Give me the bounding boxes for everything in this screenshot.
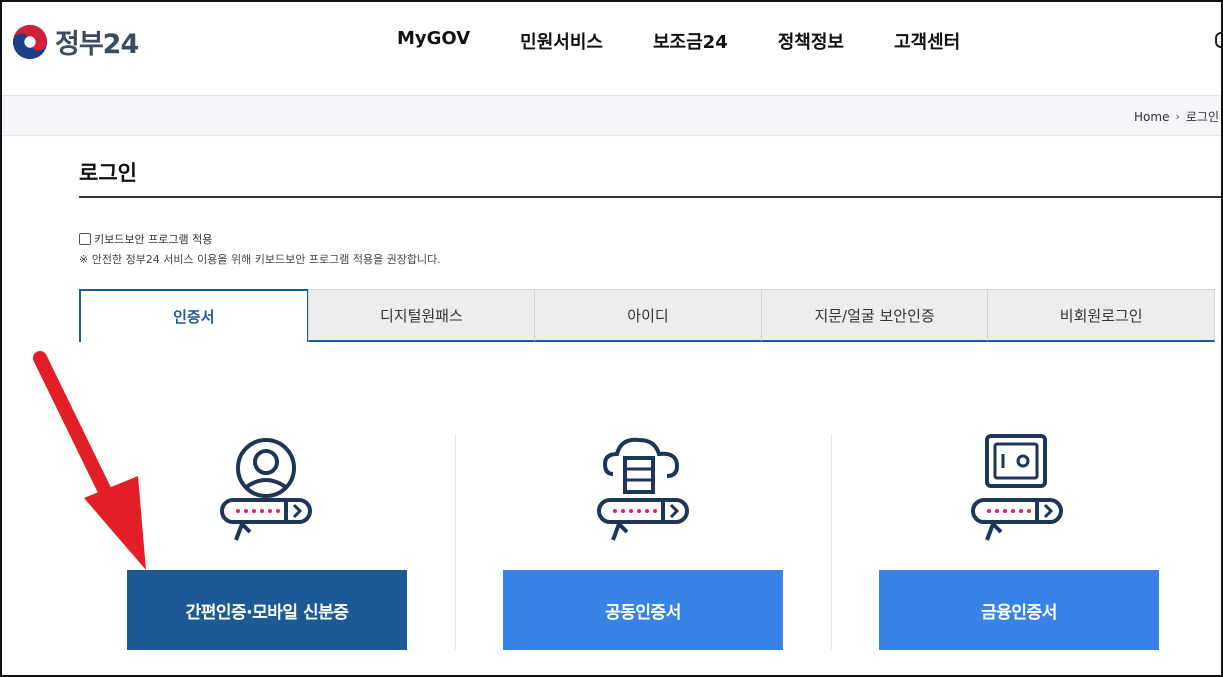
keyboard-security-option[interactable]: 키보드보안 프로그램 적용 [79, 231, 212, 247]
card-divider [455, 434, 456, 650]
nav-policy-info[interactable]: 정책정보 [778, 28, 844, 54]
certificate-options: 간편인증·모바일 신분증 공동인증서 금융인증서 [79, 434, 1219, 654]
tab-biometric[interactable]: 지문/얼굴 보안인증 [760, 289, 989, 342]
nav-mygov[interactable]: MyGOV [397, 28, 470, 54]
joint-certificate-button[interactable]: 공동인증서 [503, 570, 783, 650]
nav-subsidy24[interactable]: 보조금24 [653, 28, 728, 54]
page-title: 로그인 [79, 161, 137, 185]
breadcrumb-current: 로그인 [1185, 110, 1219, 124]
site-logo[interactable]: 정부24 [11, 22, 139, 61]
title-underline [79, 196, 1221, 198]
tab-certificate[interactable]: 인증서 [79, 289, 309, 342]
red-arrow-annotation-icon [33, 351, 146, 570]
tab-non-member[interactable]: 비회원로그인 [987, 289, 1215, 342]
nav-civil-service[interactable]: 민원서비스 [520, 28, 603, 54]
tab-id[interactable]: 아이디 [534, 289, 762, 342]
keyboard-security-checkbox[interactable] [79, 233, 91, 245]
cloud-certificate-icon [597, 437, 689, 541]
site-header: 정부24 MyGOV 민원서비스 보조금24 정책정보 고객센터 [2, 2, 1221, 95]
logo-text: 정부24 [55, 29, 139, 60]
breadcrumb: Home › 로그인 [1134, 108, 1219, 125]
user-certificate-icon [220, 438, 312, 541]
simple-auth-mobile-id-button[interactable]: 간편인증·모바일 신분증 [127, 570, 407, 650]
keyboard-security-label: 키보드보안 프로그램 적용 [94, 233, 213, 246]
breadcrumb-bar: Home › 로그인 [2, 95, 1221, 136]
financial-certificate-button[interactable]: 금융인증서 [879, 570, 1159, 650]
breadcrumb-separator: › [1175, 110, 1180, 123]
taegeuk-logo-icon [12, 24, 48, 59]
card-divider [831, 434, 832, 650]
nav-customer-center[interactable]: 고객센터 [894, 28, 960, 54]
tab-digital-onepass[interactable]: 디지털원패스 [307, 289, 536, 342]
safe-certificate-icon [971, 434, 1063, 541]
login-method-tabs: 인증서 디지털원패스 아이디 지문/얼굴 보안인증 비회원로그인 [79, 289, 1215, 342]
breadcrumb-home[interactable]: Home [1134, 110, 1169, 124]
main-nav: MyGOV 민원서비스 보조금24 정책정보 고객센터 [397, 28, 1010, 54]
search-icon[interactable] [1215, 32, 1221, 48]
keyboard-security-note: ※ 안전한 정부24 서비스 이용을 위해 키보드보안 프로그램 적용을 권장합… [79, 253, 441, 266]
